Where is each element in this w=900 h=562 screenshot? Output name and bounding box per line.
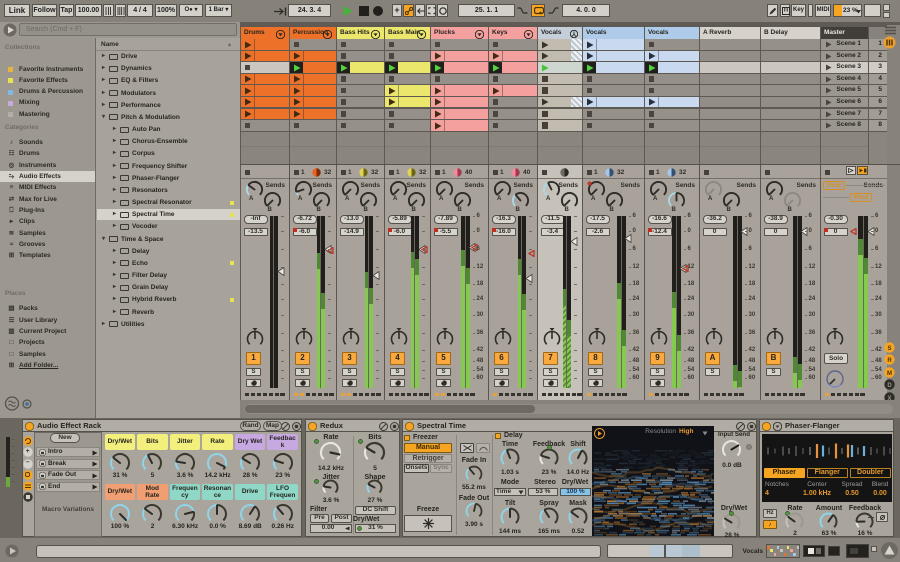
svg-text:S: S xyxy=(887,346,891,352)
svg-text:D: D xyxy=(887,383,892,389)
svg-text:R: R xyxy=(887,358,892,364)
svg-text:M: M xyxy=(887,371,892,377)
